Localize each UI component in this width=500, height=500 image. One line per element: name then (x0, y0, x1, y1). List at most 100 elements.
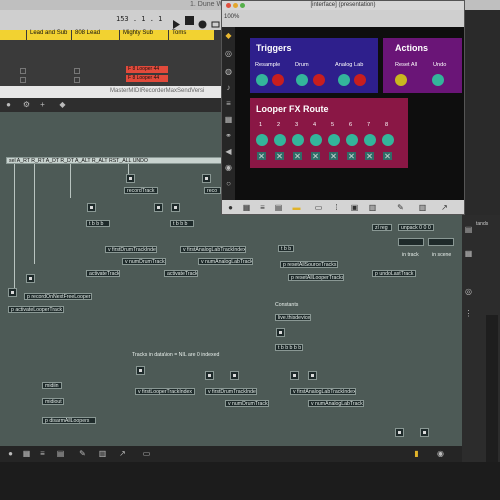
grid-icon[interactable]: ▦ (224, 115, 233, 124)
bang-button[interactable] (205, 371, 214, 380)
snapshot-icon[interactable]: ◉ (224, 163, 233, 172)
trigger-object[interactable]: t b b b (86, 220, 110, 227)
position-counter[interactable]: 153 . 1 . 1 (116, 15, 162, 23)
clip-slot[interactable] (74, 77, 80, 83)
settings-icon[interactable]: ◎ (224, 49, 233, 58)
grid-icon[interactable]: ▦ (22, 449, 31, 458)
reset-all-button[interactable] (395, 74, 407, 86)
trigger-object[interactable]: t b b (278, 245, 294, 252)
disarm-loopers-object[interactable]: p disarmAllLoopers (42, 417, 96, 424)
track-header[interactable]: Toms (169, 30, 214, 40)
add-icon[interactable]: + (38, 100, 47, 109)
trigger-object[interactable]: t b b b (170, 220, 194, 227)
first-analog-index-object[interactable]: v firstAnalogLabTrackIndex (290, 388, 356, 395)
undo-button[interactable] (432, 74, 444, 86)
bang-button[interactable] (154, 203, 163, 212)
looper-route-button[interactable] (328, 134, 340, 146)
bang-button[interactable] (420, 428, 429, 437)
unpack-object[interactable]: unpack 0 0 0 (398, 224, 434, 231)
gear-icon[interactable]: ⚙ (22, 100, 31, 109)
wrench-icon[interactable]: ✎ (78, 449, 87, 458)
lock-icon[interactable]: ● (4, 100, 13, 109)
live-thisdevice-object[interactable]: live.thisdevice (275, 314, 311, 321)
looper-clear-icon[interactable] (329, 152, 338, 160)
clipboard-icon[interactable]: ▤ (464, 225, 473, 234)
bang-button[interactable] (136, 366, 145, 375)
bang-button[interactable] (290, 371, 299, 380)
list-icon[interactable]: ≡ (224, 99, 233, 108)
reco-object[interactable]: reco (204, 187, 221, 194)
first-drum-index-object[interactable]: v firstDrumTrackIndex (205, 388, 257, 395)
grid-icon[interactable]: ▦ (464, 249, 473, 258)
bang-button[interactable] (276, 328, 285, 337)
minimize-icon[interactable] (233, 3, 238, 8)
looper-clear-icon[interactable] (293, 152, 302, 160)
panel-icon[interactable]: ▭ (142, 449, 151, 458)
midiout-object[interactable]: midiout (42, 398, 64, 405)
bang-button[interactable] (308, 371, 317, 380)
link-icon[interactable]: ⚭ (224, 131, 233, 140)
dots-icon[interactable]: ⁞ (332, 203, 341, 212)
presentation-icon[interactable]: ▤ (274, 203, 283, 212)
list-icon[interactable]: ≡ (258, 203, 267, 212)
trigger-object[interactable]: t b b b b b (275, 344, 303, 351)
maximize-icon[interactable] (240, 3, 245, 8)
number-box[interactable] (428, 238, 454, 246)
looper-clear-icon[interactable] (347, 152, 356, 160)
bang-button[interactable] (87, 203, 96, 212)
looper-clear-icon[interactable] (365, 152, 374, 160)
grid-icon[interactable]: ▦ (242, 203, 251, 212)
analog-record-button[interactable] (354, 74, 366, 86)
activate-track-object[interactable]: activateTrack (86, 270, 120, 277)
num-analog-tracks-object[interactable]: v numAnalogLabTracks (198, 258, 253, 265)
bang-button[interactable] (26, 274, 35, 283)
bang-button[interactable] (230, 371, 239, 380)
analog-arm-button[interactable] (338, 74, 350, 86)
stop-icon[interactable] (185, 16, 194, 25)
lock-icon[interactable]: ● (6, 449, 15, 458)
loop-icon[interactable] (211, 16, 220, 28)
resample-arm-button[interactable] (256, 74, 268, 86)
record-track-object[interactable]: recordTrack (124, 187, 158, 194)
first-looper-index-object[interactable]: v firstLooperTrackIndex (135, 388, 195, 395)
bars-icon[interactable]: ▥ (368, 203, 377, 212)
drum-arm-button[interactable] (296, 74, 308, 86)
looper-clear-icon[interactable] (383, 152, 392, 160)
track-header[interactable]: Lead and Sub (27, 30, 71, 40)
clip-slot[interactable] (74, 68, 80, 74)
close-icon[interactable] (226, 3, 231, 8)
number-box[interactable] (398, 238, 424, 246)
clip-slot[interactable] (20, 68, 26, 74)
zl-reg-object[interactable]: zl reg (372, 224, 392, 231)
looper-route-button[interactable] (364, 134, 376, 146)
undo-last-object[interactable]: p undoLastTrack (372, 270, 416, 277)
clip[interactable]: F 8 Looper 44 (126, 75, 168, 82)
window-icon[interactable]: ▭ (314, 203, 323, 212)
reset-source-object[interactable]: p resetAllSourceTracks (280, 261, 338, 268)
track-header[interactable]: 808 Lead (72, 30, 119, 40)
bang-button[interactable] (202, 174, 211, 183)
record-next-looper-object[interactable]: p recordOnNextFreeLooper (24, 293, 92, 300)
zoom-level[interactable]: 100% (224, 14, 239, 20)
comment-icon[interactable]: ▬ (292, 203, 301, 212)
select-message[interactable]: sel A_RT R_RT A_DT R_DT A_ALT R_ALT RST_… (6, 157, 232, 164)
looper-route-button[interactable] (256, 134, 268, 146)
lock-icon[interactable]: ● (226, 203, 235, 212)
reset-looper-object[interactable]: p resetAllLooperTracks (288, 274, 344, 281)
looper-route-button[interactable] (346, 134, 358, 146)
drum-record-button[interactable] (313, 74, 325, 86)
presentation-icon[interactable]: ▤ (56, 449, 65, 458)
track-header-blank[interactable] (0, 30, 26, 40)
list-icon[interactable]: ≡ (38, 449, 47, 458)
activate-track-object[interactable]: activateTrack (164, 270, 198, 277)
bucket-icon[interactable]: ◆ (58, 100, 67, 109)
activate-looper-object[interactable]: p activateLooperTrack (8, 306, 64, 313)
bang-button[interactable] (126, 174, 135, 183)
speaker-icon[interactable]: ◀ (224, 147, 233, 156)
looper-clear-icon[interactable] (311, 152, 320, 160)
wrench-icon[interactable]: ✎ (396, 203, 405, 212)
track-header[interactable]: Mighty Sub (120, 30, 168, 40)
note-icon[interactable]: ♪ (224, 83, 233, 92)
arrow-icon[interactable]: ↗ (440, 203, 449, 212)
first-analog-index-object[interactable]: v firstAnalogLabTrackIndex (180, 246, 246, 253)
